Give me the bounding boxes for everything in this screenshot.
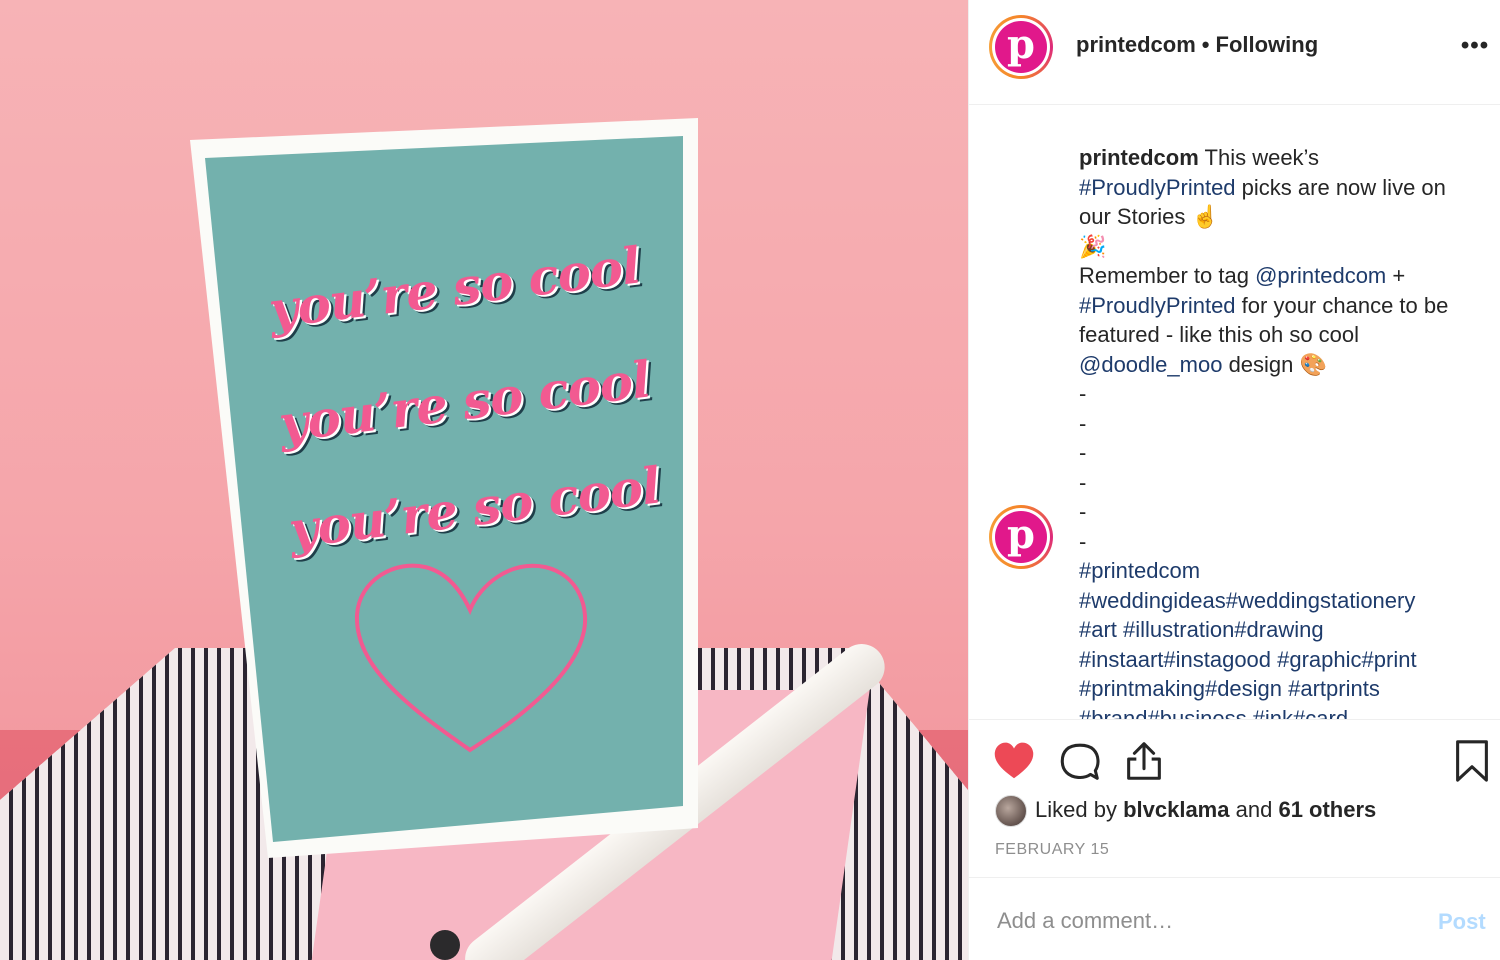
- caption-text: for your chance to be: [1241, 292, 1449, 318]
- avatar-letter: p: [995, 511, 1047, 563]
- post-photo[interactable]: you’re so cool you’re so cool you’re so …: [0, 0, 968, 960]
- liker-avatar[interactable]: [995, 795, 1027, 828]
- likes-prefix: Liked by: [1035, 797, 1117, 822]
- mention-link[interactable]: @printedcom: [1255, 263, 1386, 288]
- caption-line: printedcom This week’s: [1079, 143, 1487, 173]
- caption-dash: -: [1079, 381, 1087, 406]
- likes-summary: Liked by blvcklama and 61 others: [995, 794, 1376, 828]
- caption-dash: -: [1079, 440, 1087, 465]
- caption-text: Remember to tag: [1079, 263, 1249, 288]
- hashtag-link[interactable]: #brand#business #ink#card: [1079, 704, 1487, 720]
- caption-text: picks are now live on: [1241, 174, 1446, 200]
- caption-line: #ProudlyPrinted for your chance to be: [1079, 291, 1487, 321]
- hashtag-link[interactable]: #weddingideas#weddingstationery: [1079, 586, 1487, 616]
- comments-area[interactable]: p printedcom This week’s #ProudlyPrinted…: [969, 105, 1500, 719]
- caption-avatar[interactable]: p: [989, 505, 1053, 569]
- post-caption: printedcom This week’s #ProudlyPrinted p…: [1079, 143, 1487, 719]
- photo-pen-tip: [430, 930, 460, 960]
- comment-input[interactable]: [995, 903, 1419, 939]
- bookmark-icon[interactable]: [1449, 738, 1495, 784]
- avatar-letter: p: [995, 21, 1047, 73]
- caption-username-link[interactable]: printedcom: [1079, 145, 1199, 170]
- hashtag-link[interactable]: #printmaking#design #artprints: [1079, 674, 1487, 704]
- caption-line: @doodle_moo design 🎨: [1079, 350, 1487, 380]
- username-link[interactable]: printedcom: [1076, 32, 1196, 57]
- caption-line: 🎉: [1079, 233, 1107, 259]
- post-sidebar: p printedcom • Following ••• p printedcom …: [968, 0, 1500, 960]
- caption-dash: -: [1079, 528, 1087, 554]
- caption-line: #ProudlyPrinted picks are now live on: [1079, 173, 1487, 203]
- mention-link[interactable]: @doodle_moo: [1079, 352, 1222, 377]
- post-header: p printedcom • Following •••: [969, 0, 1500, 105]
- separator-dot: •: [1201, 32, 1210, 57]
- caption-dash: -: [1079, 410, 1087, 436]
- heart-outline-icon: [354, 563, 588, 753]
- post-comment-button[interactable]: Post: [1438, 909, 1486, 935]
- likes-middle: and: [1235, 797, 1273, 822]
- caption-dash: -: [1079, 499, 1087, 524]
- caption-line: our Stories ☝️: [1079, 204, 1219, 229]
- comment-icon[interactable]: [1057, 738, 1103, 784]
- caption-line: featured - like this oh so cool: [1079, 322, 1360, 347]
- caption-text: This week’s: [1204, 145, 1320, 170]
- post-date[interactable]: FEBRUARY 15: [995, 841, 1109, 859]
- caption-dash: -: [1079, 469, 1087, 495]
- avatar[interactable]: p: [989, 15, 1053, 79]
- more-horizontal-icon[interactable]: •••: [1459, 30, 1491, 62]
- hashtag-link[interactable]: #ProudlyPrinted: [1079, 175, 1236, 200]
- following-button[interactable]: Following: [1216, 32, 1319, 57]
- heart-filled-icon[interactable]: [991, 738, 1037, 784]
- hashtag-link[interactable]: #instaart#instagood #graphic#print: [1079, 645, 1487, 675]
- hashtag-link[interactable]: #printedcom: [1079, 556, 1487, 586]
- post-actions: Liked by blvcklama and 61 others FEBRUAR…: [969, 719, 1500, 878]
- caption-line: Remember to tag @printedcom +: [1079, 261, 1487, 291]
- caption-text: +: [1392, 263, 1406, 288]
- hashtag-link[interactable]: #ProudlyPrinted: [1079, 293, 1236, 318]
- liker-username-link[interactable]: blvcklama: [1123, 797, 1229, 822]
- post-header-title: printedcom • Following: [1076, 32, 1318, 58]
- likes-others-link[interactable]: 61 others: [1278, 797, 1376, 822]
- hashtag-link[interactable]: #art #illustration#drawing: [1079, 615, 1487, 645]
- comment-form: Post: [969, 877, 1500, 960]
- caption-text: design 🎨: [1228, 351, 1327, 377]
- share-icon[interactable]: [1121, 738, 1167, 784]
